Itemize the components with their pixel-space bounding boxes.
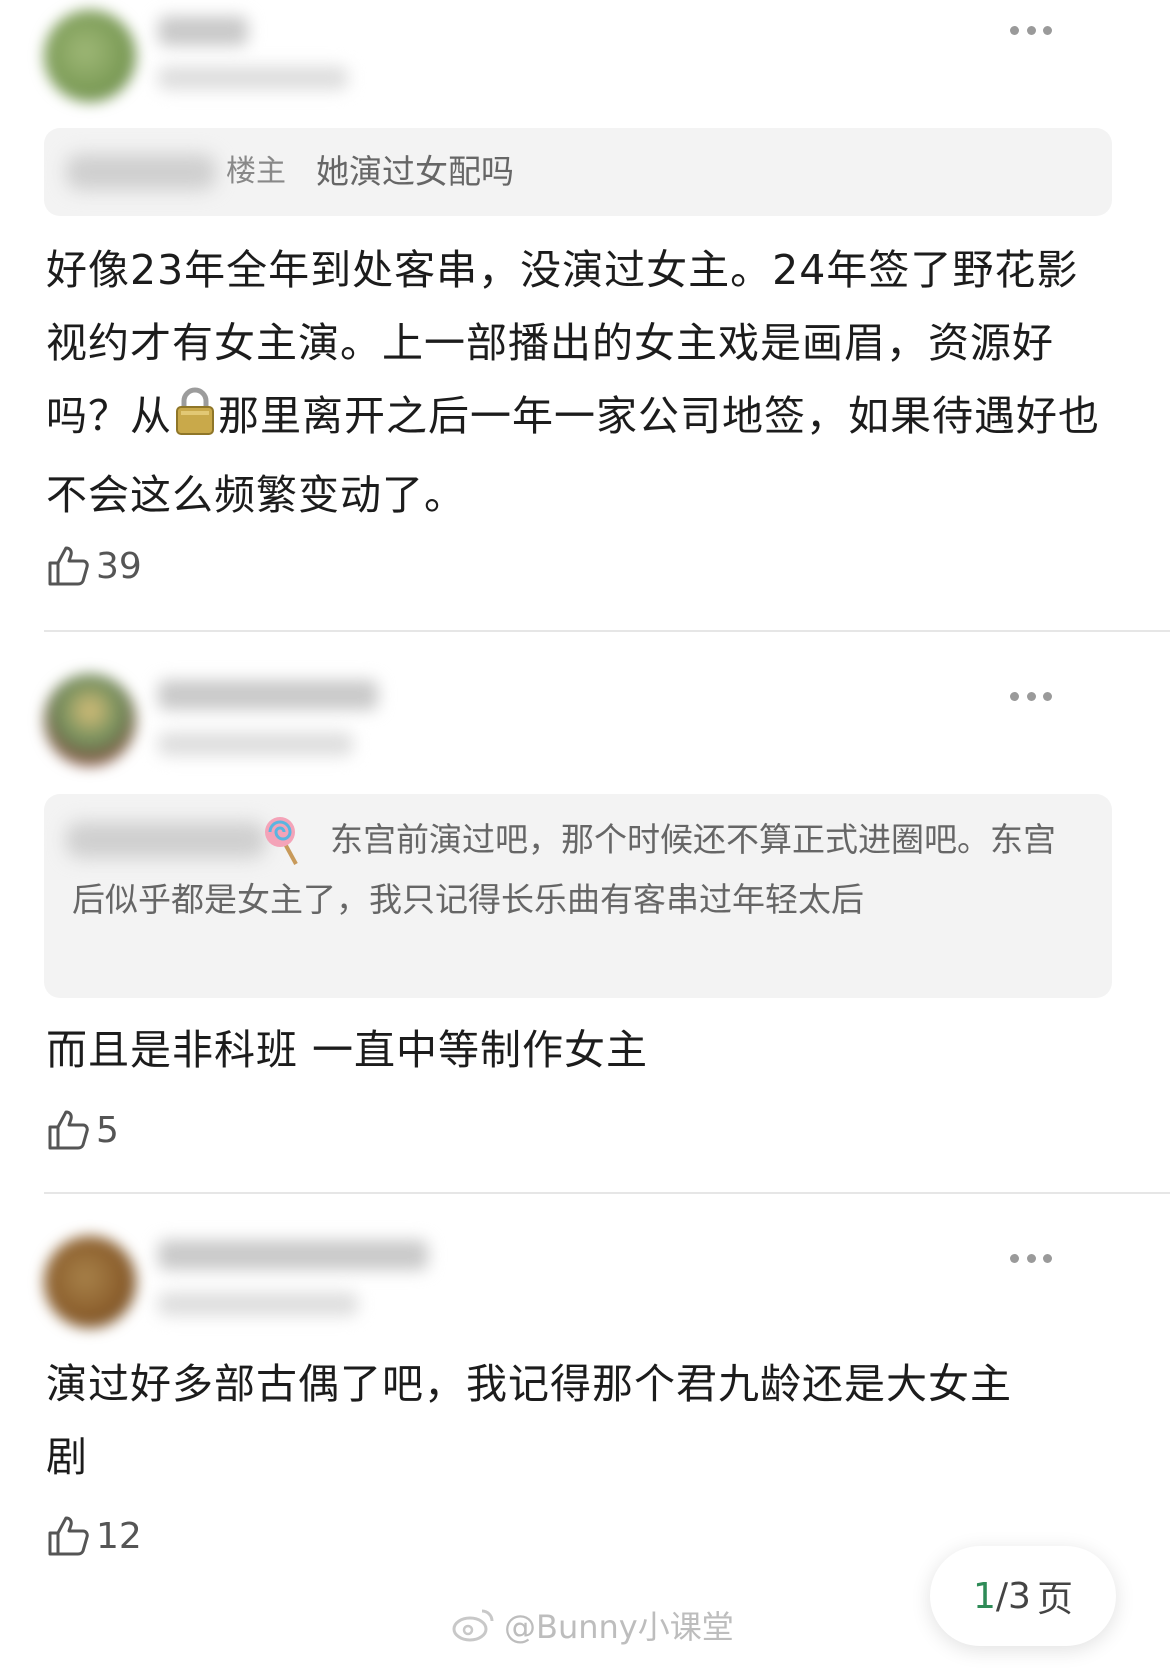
thumbs-up-icon (48, 1110, 89, 1150)
weibo-logo-icon (452, 1609, 494, 1642)
more-icon[interactable] (1010, 690, 1052, 702)
page-indicator[interactable]: 1/3 页 (930, 1546, 1116, 1646)
like-button[interactable]: 12 (46, 1512, 142, 1560)
blurred-meta (158, 732, 353, 756)
more-icon[interactable] (1010, 1252, 1052, 1264)
watermark-text: @Bunny小课堂 (504, 1608, 734, 1646)
comment-body: 而且是非科班 一直中等制作女主 (46, 1026, 649, 1074)
comment-body: 演过好多部古偶了吧，我记得那个君九龄还是大女主剧 (46, 1360, 1012, 1481)
thumbs-up-icon (48, 546, 89, 586)
current-page: 1 (973, 1575, 996, 1617)
thumbs-up-icon (48, 1516, 89, 1556)
like-count: 12 (96, 1515, 142, 1557)
quote-text: 她演过女配吗 (316, 152, 514, 191)
total-pages: /3 (995, 1575, 1031, 1617)
blurred-meta (158, 66, 348, 90)
comment-1: 楼主 她演过女配吗 好像23年全年到处客串，没演过女主。24年签了野花影视约才有… (0, 0, 1170, 630)
quoted-reply[interactable]: 楼主 她演过女配吗 (44, 128, 1112, 216)
blurred-username[interactable] (158, 680, 378, 710)
blurred-username[interactable] (158, 16, 248, 46)
like-button[interactable]: 39 (46, 542, 142, 590)
op-tag: 楼主 (226, 154, 286, 189)
avatar[interactable] (44, 1236, 136, 1328)
watermark: @Bunny小课堂 (452, 1600, 734, 1650)
avatar[interactable] (44, 674, 136, 766)
blurred-username[interactable] (158, 1240, 428, 1270)
lock-icon (172, 386, 218, 459)
blurred-meta (158, 1292, 358, 1316)
lollipop-icon (262, 814, 302, 885)
blurred-quoted-user (66, 822, 266, 858)
like-count: 39 (96, 545, 142, 587)
comment-body: 好像23年全年到处客串，没演过女主。24年签了野花影视约才有女主演。上一部播出的… (46, 246, 1100, 519)
blurred-quoted-user (66, 154, 216, 190)
more-icon[interactable] (1010, 24, 1052, 36)
like-count: 5 (96, 1109, 119, 1151)
page-unit: 页 (1036, 1579, 1073, 1620)
avatar[interactable] (44, 10, 136, 102)
quoted-reply[interactable]: 东宫前演过吧，那个时候还不算正式进圈吧。东宫后似乎都是女主了，我只记得长乐曲有客… (44, 794, 1112, 998)
like-button[interactable]: 5 (46, 1106, 119, 1154)
comment-2: 东宫前演过吧，那个时候还不算正式进圈吧。东宫后似乎都是女主了，我只记得长乐曲有客… (0, 632, 1170, 1192)
